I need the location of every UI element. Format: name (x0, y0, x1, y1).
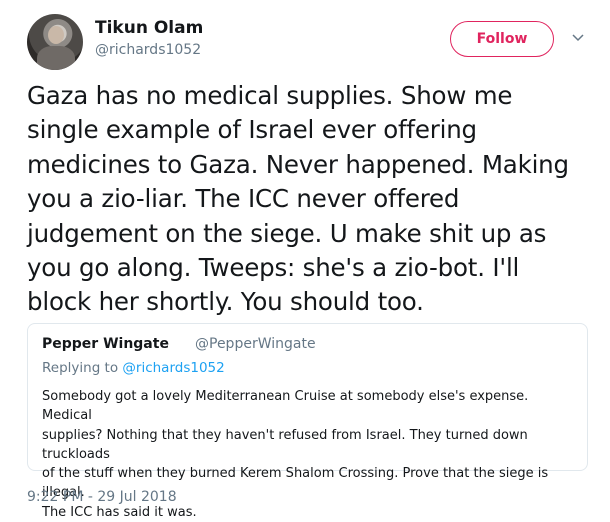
tweet-text: Gaza has no medical supplies. Show me si… (27, 81, 569, 317)
quoted-author-handle: @PepperWingate (195, 336, 316, 352)
quoted-tweet[interactable]: Pepper Wingate @PepperWingate Replying t… (27, 323, 588, 520)
chevron-down-icon[interactable] (572, 34, 584, 42)
quoted-author-name: Pepper Wingate (42, 336, 169, 352)
follow-button[interactable]: Follow (450, 21, 554, 57)
avatar[interactable] (27, 14, 83, 70)
author-name[interactable]: Tikun Olam (95, 18, 203, 38)
reply-to-link[interactable]: @richards1052 (122, 360, 224, 376)
avatar-body (37, 46, 75, 70)
author-handle[interactable]: @richards1052 (95, 42, 201, 58)
reply-prefix: Replying to (42, 360, 119, 376)
avatar-face (48, 26, 64, 44)
tweet-timestamp[interactable]: 9:22 PM - 29 Jul 2018 (27, 489, 177, 505)
quoted-reply-context: Replying to @richards1052 (42, 360, 225, 376)
